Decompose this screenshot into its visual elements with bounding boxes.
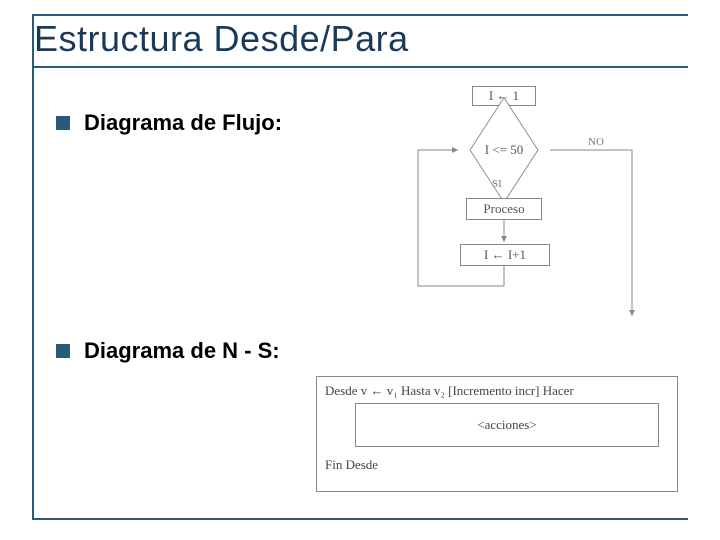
title-underline bbox=[34, 66, 688, 68]
bullet-flowchart-label: Diagrama de Flujo: bbox=[84, 110, 282, 136]
flowchart: I ← 1 I <= 50 SI NO Proceso I ← I+1 bbox=[400, 86, 670, 324]
flowchart-incr-text: I ← I+1 bbox=[484, 247, 526, 263]
ns-footer: Fin Desde bbox=[317, 453, 677, 479]
flowchart-condition-text: I <= 50 bbox=[485, 142, 524, 158]
ns-chart: Desde v ← v₁ Hasta v₂ [Incremento incr] … bbox=[316, 376, 678, 492]
bullet-ns-label: Diagrama de N - S: bbox=[84, 338, 280, 364]
ns-body-text: <acciones> bbox=[477, 417, 536, 433]
bullet-square-icon bbox=[56, 116, 70, 130]
flowchart-no-label: NO bbox=[588, 136, 604, 148]
flowchart-process-text: Proceso bbox=[483, 201, 524, 217]
slide-title: Estructura Desde/Para bbox=[34, 18, 409, 60]
flowchart-decision: I <= 50 bbox=[460, 126, 548, 174]
flowchart-yes-label: SI bbox=[492, 178, 502, 190]
flowchart-incr-box: I ← I+1 bbox=[460, 244, 550, 266]
bullet-square-icon bbox=[56, 344, 70, 358]
bullet-ns: Diagrama de N - S: bbox=[56, 338, 280, 364]
flowchart-process-box: Proceso bbox=[466, 198, 542, 220]
ns-header: Desde v ← v₁ Hasta v₂ [Incremento incr] … bbox=[317, 377, 677, 403]
ns-body-box: <acciones> bbox=[355, 403, 659, 447]
bullet-flowchart: Diagrama de Flujo: bbox=[56, 110, 282, 136]
